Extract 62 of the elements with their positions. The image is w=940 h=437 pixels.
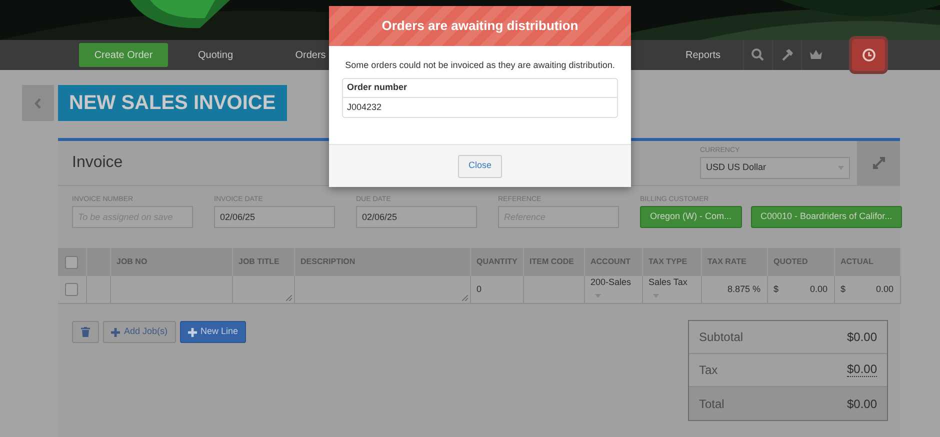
column-header: DESCRIPTION (300, 257, 356, 266)
create-order-button[interactable]: Create Order (79, 43, 168, 67)
hammer-icon (780, 48, 794, 62)
column-header: JOB TITLE (238, 257, 280, 266)
total-label: Tax (699, 362, 718, 379)
back-button[interactable] (22, 85, 54, 121)
input-field[interactable]: 02/06/25 (214, 206, 335, 228)
select-cell[interactable]: 200-Sales (584, 276, 642, 304)
new-line-button[interactable]: New Line (180, 321, 246, 343)
plus-icon (111, 328, 120, 336)
currency-select[interactable]: USD US Dollar (700, 157, 850, 179)
page-title: NEW SALES INVOICE (58, 85, 287, 121)
chevron-left-icon (34, 98, 42, 108)
currency-symbol: $ (840, 282, 846, 296)
input-field[interactable]: 02/06/25 (356, 206, 477, 228)
amount: 0.00 (876, 282, 894, 296)
close-button[interactable]: Close (458, 154, 502, 178)
column-header: Order number (343, 79, 617, 98)
delete-button[interactable] (72, 321, 99, 343)
column-header: ITEM CODE (530, 257, 574, 266)
checkbox[interactable] (65, 256, 78, 268)
currency-symbol: $ (774, 282, 779, 296)
total-value: $0.00 (846, 396, 877, 412)
resize-grip-icon (462, 295, 468, 301)
modal-message: Some orders could not be invoiced as they are awaiting distribution. (344, 59, 616, 72)
checkbox[interactable] (65, 283, 78, 296)
total-value: $0.00 (846, 363, 877, 377)
resize-grip-icon (286, 295, 292, 301)
column-header: TAX TYPE (648, 257, 688, 266)
select-value: 200-Sales (590, 277, 632, 287)
total-label: Total (699, 396, 724, 412)
amount: 0.00 (810, 282, 828, 296)
column-header: ACTUAL (840, 257, 874, 266)
select-value: USD US Dollar (706, 161, 766, 174)
column-header: ACCOUNT (590, 257, 630, 266)
total-value: $0.00 (846, 329, 877, 346)
column-header: TAX RATE (708, 257, 746, 266)
clock-icon (862, 48, 876, 62)
table-cell-text: J004232 (346, 100, 383, 114)
text-area[interactable] (294, 276, 470, 304)
column-header: JOB NO (116, 257, 148, 266)
select-cell[interactable]: Sales Tax (642, 276, 701, 304)
expand-button[interactable] (857, 141, 900, 185)
caret-icon (594, 294, 600, 298)
toolbar-button[interactable] (852, 39, 885, 71)
modal-title: Orders are awaiting distribution (329, 6, 631, 46)
card-title: Invoice (72, 153, 123, 173)
select-value: Sales Tax (648, 277, 688, 287)
column-header: QUANTITY (476, 257, 518, 266)
total-label: Subtotal (699, 329, 744, 346)
plus-icon (188, 328, 197, 336)
caret-icon (652, 294, 658, 298)
crown-icon (809, 48, 823, 62)
expand-icon (872, 156, 886, 170)
table-cell[interactable]: 8.875 % (701, 276, 767, 304)
text-area[interactable] (232, 276, 294, 304)
nav-link[interactable]: Quoting (168, 48, 263, 62)
trash-icon (81, 327, 90, 337)
search-icon (751, 48, 765, 62)
table-cell[interactable]: 0 (470, 276, 523, 304)
nav-link[interactable]: Reports (673, 48, 733, 62)
column-header: QUOTED (774, 257, 808, 266)
